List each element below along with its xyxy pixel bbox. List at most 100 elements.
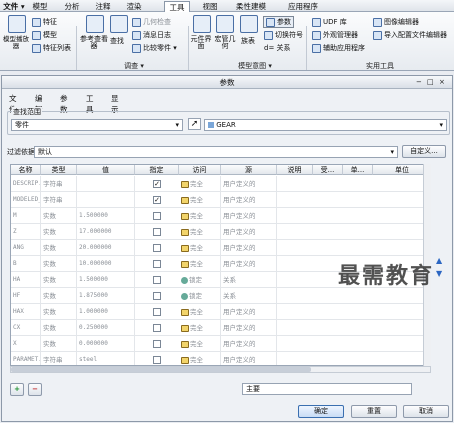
tab-annotate[interactable]: 注释 — [91, 1, 115, 12]
parameters-button[interactable]: 参数 — [263, 16, 294, 28]
tab-flexible-modeling[interactable]: 柔性建模 — [231, 1, 271, 12]
cell-source[interactable]: 用户定义的 — [223, 304, 277, 320]
cell-source[interactable]: 用户定义的 — [223, 176, 277, 192]
cell-value[interactable]: 1.500000 — [79, 208, 135, 224]
appearance-manager-button[interactable]: 外观管理器 — [312, 30, 358, 40]
cell-type[interactable]: 实数 — [43, 224, 77, 240]
cell-source[interactable]: 用户定义的 — [223, 336, 277, 352]
cell-name[interactable]: DESCRIP... — [13, 176, 41, 192]
cell-name[interactable]: MODELED_BY — [13, 192, 41, 208]
move-up-icon[interactable]: ▲ — [436, 256, 442, 265]
column-header-designate[interactable]: 指定 — [135, 165, 179, 175]
table-row[interactable]: DESCRIP...字符串 ✓ 完全 用户定义的 — [11, 176, 430, 192]
cell-type[interactable]: 实数 — [43, 256, 77, 272]
geometry-check-button[interactable]: 几何检查 — [132, 17, 171, 27]
cell-name[interactable]: PARAMET... — [13, 352, 41, 365]
udf-library-button[interactable]: UDF 库 — [312, 17, 347, 27]
cell-value[interactable] — [79, 176, 135, 192]
designate-checkbox[interactable] — [153, 292, 161, 300]
column-header-access[interactable]: 访问 — [179, 165, 221, 175]
image-editor-button[interactable]: 图像编辑器 — [373, 17, 419, 27]
cell-type[interactable]: 实数 — [43, 240, 77, 256]
relations-button[interactable]: d= 关系 — [264, 43, 291, 53]
table-row[interactable]: M 实数 1.500000 完全 用户定义的 — [11, 208, 430, 224]
cell-source[interactable]: 用户定义的 — [223, 192, 277, 208]
cell-source[interactable]: 用户定义的 — [223, 352, 277, 365]
cell-source[interactable]: 关系 — [223, 288, 277, 304]
cell-value[interactable] — [79, 192, 135, 208]
table-row[interactable]: HAX 实数 1.000000 完全 用户定义的 — [11, 304, 430, 320]
designate-checkbox[interactable] — [153, 212, 161, 220]
table-row[interactable]: ANG 实数 20.000000 完全 用户定义的 — [11, 240, 430, 256]
table-row[interactable]: X 实数 0.000000 完全 用户定义的 — [11, 336, 430, 352]
cell-type[interactable]: 实数 — [43, 336, 77, 352]
column-header-restricted[interactable]: 受... — [313, 165, 343, 175]
cell-value[interactable]: 17.000000 — [79, 224, 135, 240]
cell-name[interactable]: ANG — [13, 240, 41, 256]
cell-access[interactable]: 完全 — [181, 224, 221, 240]
cell-access[interactable]: 锁定 — [181, 288, 221, 304]
scroll-thumb[interactable] — [11, 367, 311, 372]
cell-value[interactable]: steel — [79, 352, 135, 365]
designate-checkbox[interactable]: ✓ — [153, 196, 161, 204]
cell-type[interactable]: 实数 — [43, 320, 77, 336]
cell-type[interactable]: 字符串 — [43, 176, 77, 192]
publish-geometry-button[interactable]: 宏管几何 — [214, 36, 236, 50]
column-header-unit-type[interactable]: 单... — [343, 165, 373, 175]
ok-button[interactable]: 确定 — [298, 405, 344, 418]
designate-checkbox[interactable] — [153, 276, 161, 284]
filter-select[interactable]: 默认 ▾ — [34, 146, 398, 158]
switch-symbol-button[interactable]: 切换符号 — [264, 30, 303, 40]
cell-name[interactable]: HA — [13, 272, 41, 288]
horizontal-scrollbar[interactable] — [10, 366, 431, 373]
cell-access[interactable]: 完全 — [181, 176, 221, 192]
model-player-button[interactable]: 模型播放器 — [2, 36, 30, 50]
cell-access[interactable]: 锁定 — [181, 272, 221, 288]
message-log-button[interactable]: 消息日志 — [132, 30, 171, 40]
cell-name[interactable]: HAX — [13, 304, 41, 320]
cell-source[interactable]: 用户定义的 — [223, 224, 277, 240]
cell-value[interactable]: 0.000000 — [79, 336, 135, 352]
cell-access[interactable]: 完全 — [181, 208, 221, 224]
tab-model[interactable]: 模型 — [28, 1, 52, 12]
table-row[interactable]: CX 实数 0.250000 完全 用户定义的 — [11, 320, 430, 336]
table-row[interactable]: PARAMET...字符串steel 完全 用户定义的 — [11, 352, 430, 365]
cell-name[interactable]: HF — [13, 288, 41, 304]
designate-checkbox[interactable] — [153, 244, 161, 252]
move-down-icon[interactable]: ▼ — [436, 269, 442, 278]
designate-checkbox[interactable] — [153, 260, 161, 268]
select-arrow-button[interactable]: ➚ — [188, 118, 201, 130]
cell-value[interactable]: 20.000000 — [79, 240, 135, 256]
maximize-button[interactable]: □ — [427, 78, 434, 86]
main-select[interactable]: 主要 — [242, 383, 412, 395]
cell-name[interactable]: CX — [13, 320, 41, 336]
cell-source[interactable]: 用户定义的 — [223, 320, 277, 336]
file-menu[interactable]: 文件 ▾ — [2, 1, 26, 12]
designate-checkbox[interactable] — [153, 324, 161, 332]
cancel-button[interactable]: 取消 — [403, 405, 449, 418]
model-button[interactable]: 模型 — [32, 30, 57, 40]
column-header-type[interactable]: 类型 — [41, 165, 77, 175]
cell-name[interactable]: B — [13, 256, 41, 272]
find-button[interactable]: 查找 — [110, 36, 124, 46]
import-config-editor-button[interactable]: 导入配置文件编辑器 — [373, 30, 447, 40]
cell-access[interactable]: 完全 — [181, 352, 221, 365]
cell-access[interactable]: 完全 — [181, 192, 221, 208]
cell-name[interactable]: X — [13, 336, 41, 352]
minimize-button[interactable]: − — [416, 78, 422, 86]
column-header-description[interactable]: 说明 — [277, 165, 313, 175]
cell-value[interactable]: 0.250000 — [79, 320, 135, 336]
designate-checkbox[interactable] — [153, 228, 161, 236]
cell-value[interactable]: 1.875000 — [79, 288, 135, 304]
table-row[interactable]: HF 实数 1.875000 锁定 关系 — [11, 288, 430, 304]
cell-access[interactable]: 完全 — [181, 304, 221, 320]
cell-type[interactable]: 实数 — [43, 288, 77, 304]
feature-list-button[interactable]: 特征列表 — [32, 43, 71, 53]
cell-type[interactable]: 实数 — [43, 304, 77, 320]
feature-button[interactable]: 特征 — [32, 17, 57, 27]
group-label-model-intent[interactable]: 模型意图 ▾ — [205, 61, 305, 71]
table-row[interactable]: Z 实数 17.000000 完全 用户定义的 — [11, 224, 430, 240]
cell-value[interactable]: 1.000000 — [79, 304, 135, 320]
component-interface-button[interactable]: 元件界面 — [190, 36, 212, 50]
designate-checkbox[interactable] — [153, 308, 161, 316]
